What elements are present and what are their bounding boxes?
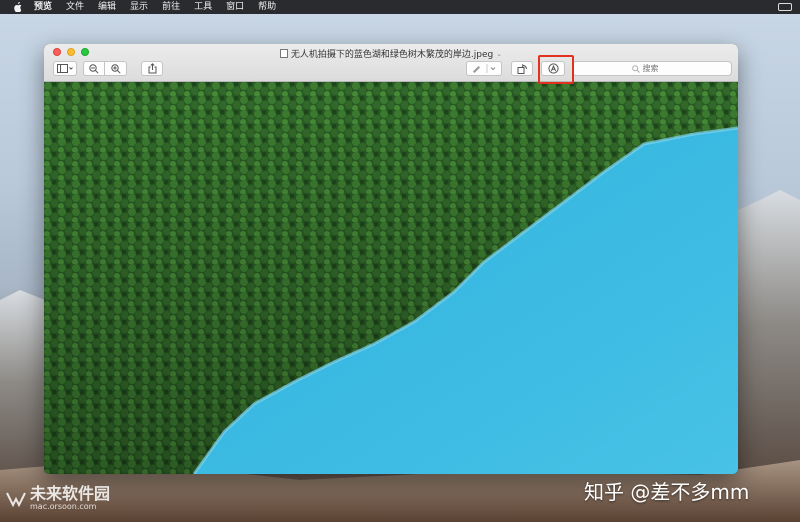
zoom-in-icon [110,63,121,74]
battery-icon[interactable] [778,3,792,11]
menu-window[interactable]: 窗口 [226,0,244,14]
pen-icon [473,64,496,73]
menu-file[interactable]: 文件 [66,0,84,14]
image-canvas[interactable] [44,82,738,474]
site-watermark-name: 未来软件园 [30,484,111,503]
window-title-area[interactable]: 无人机拍摄下的蓝色湖和绿色树木繁茂的岸边.jpeg ⌄ [44,47,738,60]
chevron-down-icon: ⌄ [496,49,503,58]
share-button[interactable] [141,61,163,76]
preview-window: 无人机拍摄下的蓝色湖和绿色树木繁茂的岸边.jpeg ⌄ [44,44,738,474]
zoom-in-button[interactable] [105,61,127,76]
menu-view[interactable]: 显示 [130,0,148,14]
zoom-out-button[interactable] [83,61,105,76]
menu-go[interactable]: 前往 [162,0,180,14]
window-title: 无人机拍摄下的蓝色湖和绿色树木繁茂的岸边.jpeg [290,50,494,60]
menu-app-name[interactable]: 预览 [34,0,52,14]
menu-help[interactable]: 帮助 [258,0,276,14]
site-watermark-url: mac.orsoon.com [30,502,97,511]
sidebar-toggle-button[interactable] [53,61,77,76]
document-icon [279,49,288,58]
menu-tools[interactable]: 工具 [194,0,212,14]
rotate-icon [517,63,527,74]
sidebar-icon [57,64,73,73]
title-bar: 无人机拍摄下的蓝色湖和绿色树木繁茂的岸边.jpeg ⌄ [44,44,738,82]
pen-tool-button[interactable] [466,61,502,76]
search-input[interactable] [642,64,673,73]
search-icon [631,64,640,73]
rotate-button[interactable] [511,61,533,76]
search-field[interactable] [572,61,732,76]
zhihu-watermark: 知乎 @差不多mm [584,480,750,504]
menu-bar: 预览 文件 编辑 显示 前往 工具 窗口 帮助 [0,0,800,14]
site-watermark: 未来软件园 mac.orsoon.com [6,486,110,511]
site-logo-icon [6,492,26,507]
menu-bar-status [778,3,792,11]
zoom-out-icon [89,63,99,74]
menu-edit[interactable]: 编辑 [98,0,116,14]
share-icon [148,63,156,74]
apple-icon[interactable] [10,0,24,14]
markup-button-highlight [538,55,574,84]
aerial-lake-photo [44,82,738,474]
